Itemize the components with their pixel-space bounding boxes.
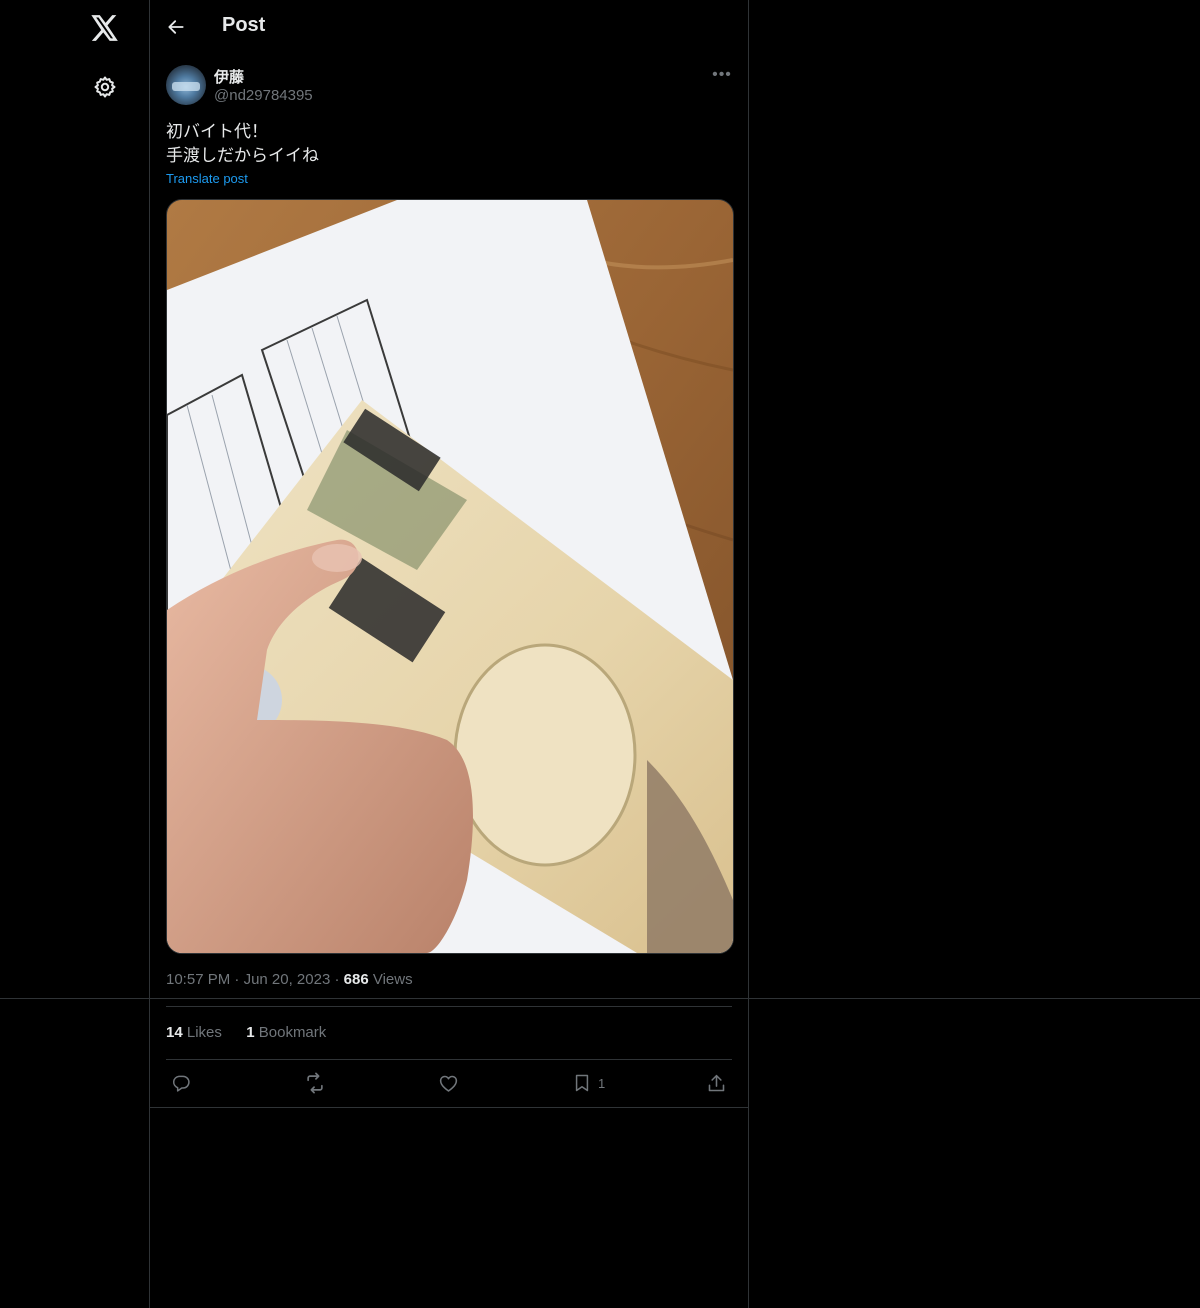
- gear-icon[interactable]: [91, 73, 119, 101]
- post-date[interactable]: Jun 20, 2023: [244, 971, 331, 988]
- post-time[interactable]: 10:57 PM: [166, 971, 230, 988]
- post-header: Post: [150, 0, 748, 54]
- author-handle[interactable]: @nd29784395: [214, 87, 313, 104]
- likes-count: 14: [166, 1024, 183, 1041]
- post-actions-bar: 1: [166, 1060, 732, 1106]
- photo-illustration: [167, 200, 733, 953]
- bookmark-action-count: 1: [598, 1075, 606, 1091]
- share-icon: [708, 1074, 725, 1091]
- bookmark-button[interactable]: 1: [572, 1071, 605, 1095]
- more-options-button[interactable]: •••: [708, 64, 736, 86]
- divider: [0, 998, 1200, 999]
- repost-icon: [307, 1072, 323, 1094]
- post-text: 初バイト代！ 手渡しだからイイね: [166, 120, 726, 168]
- page-title: Post: [222, 14, 266, 36]
- views-count: 686: [343, 971, 369, 988]
- likes-stat[interactable]: 14 Likes: [166, 1024, 226, 1041]
- avatar[interactable]: [166, 65, 206, 105]
- post-detail-column: Post 伊藤 @nd29784395 ••• 初バイト代！ 手渡しだからイイね…: [150, 0, 749, 1308]
- arrow-left-icon: [168, 20, 184, 34]
- reply-icon: [172, 1075, 190, 1092]
- heart-icon: [439, 1075, 458, 1092]
- bookmark-icon: [575, 1074, 589, 1092]
- back-button[interactable]: [162, 13, 190, 41]
- post-text-line: 初バイト代！: [166, 122, 268, 141]
- engagement-stats: 14 Likes 1 Bookmark: [166, 1024, 326, 1041]
- bookmarks-stat[interactable]: 1 Bookmark: [246, 1024, 326, 1041]
- views-label: Views: [372, 971, 413, 988]
- reply-button[interactable]: [171, 1071, 191, 1095]
- share-button[interactable]: [706, 1071, 727, 1095]
- repost-button[interactable]: [304, 1071, 326, 1095]
- like-button[interactable]: [438, 1071, 459, 1095]
- bookmarks-count: 1: [246, 1024, 255, 1041]
- author-display-name[interactable]: 伊藤: [214, 66, 244, 87]
- divider: [150, 1107, 748, 1108]
- bookmarks-label: Bookmark: [258, 1024, 327, 1041]
- x-logo-icon[interactable]: [87, 10, 123, 46]
- translate-post-link[interactable]: Translate post: [166, 171, 248, 186]
- left-nav-rail: [0, 0, 150, 1308]
- post-photo[interactable]: [166, 199, 734, 954]
- post-meta: 10:57 PM · Jun 20, 2023 · 686 Views: [166, 971, 413, 988]
- likes-label: Likes: [186, 1024, 222, 1041]
- more-horizontal-icon: •••: [712, 66, 732, 83]
- post-text-line: 手渡しだからイイね: [166, 146, 319, 165]
- divider: [166, 1006, 732, 1007]
